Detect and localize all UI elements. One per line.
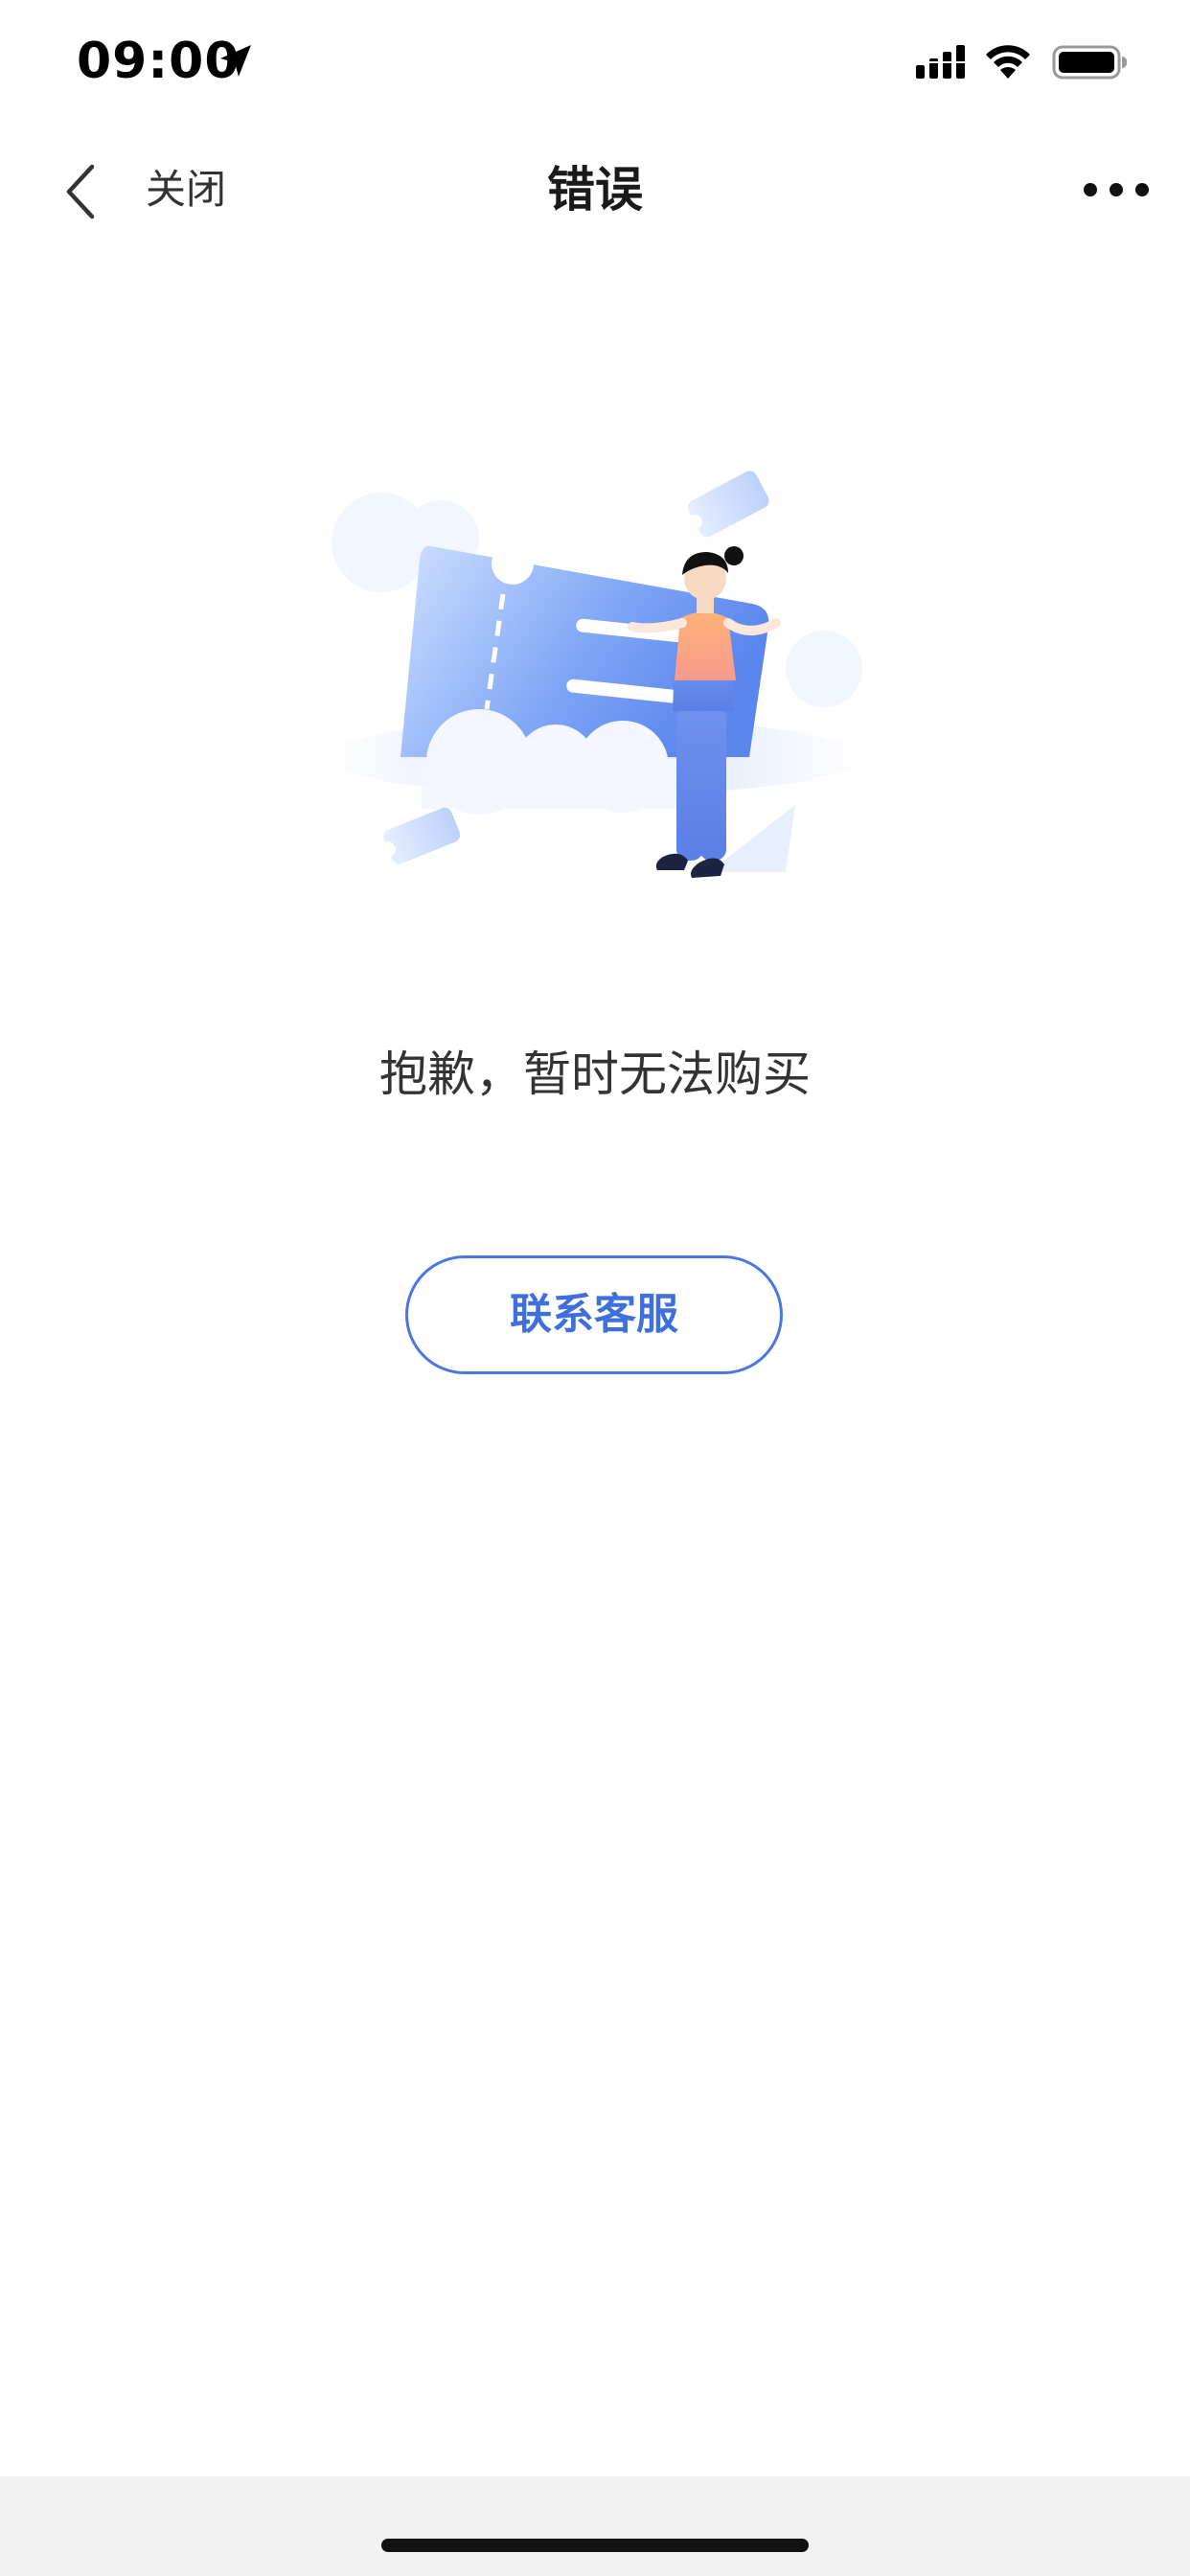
person-with-ticket-illustration bbox=[326, 471, 862, 878]
status-bar: 09:00 bbox=[0, 0, 1190, 126]
signal-icon bbox=[916, 45, 968, 79]
location-arrow-icon bbox=[220, 45, 251, 77]
error-page: 09:00 关闭 错误 抱歉，暂时无法购买 联系客服 bbox=[0, 0, 1190, 2576]
error-message: 抱歉，暂时无法购买 bbox=[379, 1046, 811, 1102]
contact-customer-service-button[interactable]: 联系客服 bbox=[405, 1255, 783, 1374]
page-title: 错误 bbox=[547, 162, 643, 218]
wifi-icon bbox=[986, 45, 1030, 79]
more-dots-icon bbox=[1084, 183, 1149, 196]
more-button[interactable] bbox=[1073, 165, 1159, 215]
status-time: 09:00 bbox=[77, 33, 240, 90]
battery-icon bbox=[1052, 45, 1127, 80]
nav-bar: 关闭 错误 bbox=[0, 126, 1190, 253]
home-indicator[interactable] bbox=[381, 2539, 809, 2552]
home-indicator-area bbox=[0, 2476, 1190, 2576]
